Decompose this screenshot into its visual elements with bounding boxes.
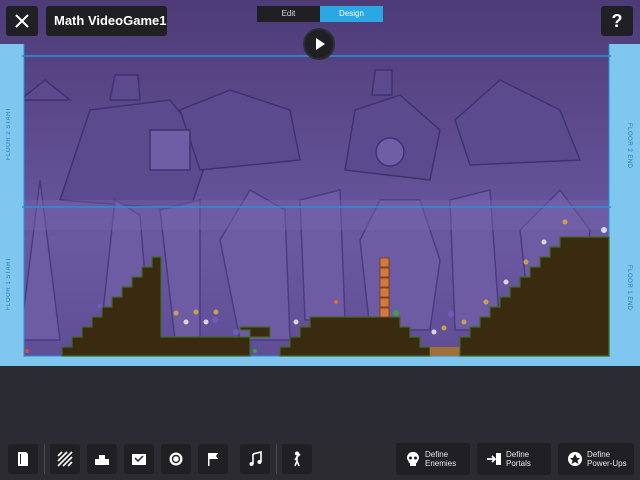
define-powerups-label: Define Power-Ups xyxy=(587,450,627,468)
box-tool-button[interactable] xyxy=(124,444,154,474)
music-icon xyxy=(249,451,262,466)
music-tool-button[interactable] xyxy=(240,444,270,474)
tab-edit[interactable]: Edit xyxy=(257,6,320,22)
coin-icon xyxy=(169,452,183,466)
blocks-tool-button[interactable] xyxy=(87,444,117,474)
pattern-icon xyxy=(57,451,73,467)
play-button[interactable] xyxy=(303,28,335,60)
define-portals-label: Define Portals xyxy=(506,450,531,468)
toolbar-divider xyxy=(276,444,277,474)
character-tool-button[interactable] xyxy=(282,444,312,474)
close-button[interactable] xyxy=(6,6,38,36)
portal-icon xyxy=(487,453,501,465)
define-enemies-button[interactable]: Define Enemies xyxy=(396,443,470,475)
skull-icon xyxy=(407,452,419,466)
close-icon xyxy=(15,14,29,28)
mode-toggle[interactable]: Edit Design xyxy=(257,6,383,22)
editor-backdrop xyxy=(0,366,640,436)
pattern-tool-button[interactable] xyxy=(50,444,80,474)
page-icon xyxy=(18,452,28,466)
tab-design[interactable]: Design xyxy=(320,6,383,22)
flag-tool-button[interactable] xyxy=(198,444,228,474)
project-title[interactable]: Math VideoGame1 xyxy=(46,6,167,36)
help-button[interactable]: ? xyxy=(601,6,633,36)
powerup-icon xyxy=(568,452,582,466)
blocks-icon xyxy=(95,455,109,465)
character-icon xyxy=(294,451,301,467)
coin-tool-button[interactable] xyxy=(161,444,191,474)
floor1-end-label: FLOOR 1 END xyxy=(626,265,632,311)
toolbar-divider xyxy=(44,444,45,474)
flag-icon xyxy=(208,453,218,466)
page-tool-button[interactable] xyxy=(8,444,38,474)
floor2-end-label: FLOOR 2 END xyxy=(626,123,632,169)
define-portals-button[interactable]: Define Portals xyxy=(477,443,551,475)
define-powerups-button[interactable]: Define Power-Ups xyxy=(558,443,634,475)
floor1-start-label: FLOOR 1 START xyxy=(6,257,12,311)
play-icon xyxy=(316,38,325,50)
level-canvas[interactable] xyxy=(0,0,640,480)
box-icon xyxy=(132,454,146,465)
floor2-start-label: FLOOR 2 START xyxy=(6,107,12,161)
define-enemies-label: Define Enemies xyxy=(425,450,457,468)
